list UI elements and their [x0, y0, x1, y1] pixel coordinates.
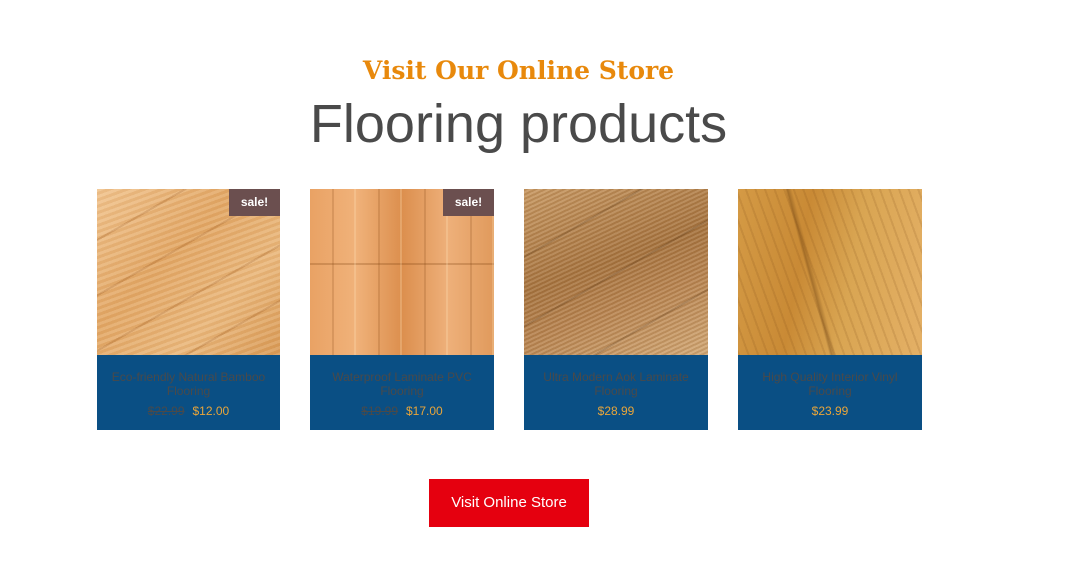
product-card-vinyl-flooring[interactable]: High Quality Interior Vinyl Flooring $23… [738, 189, 922, 430]
product-title[interactable]: High Quality Interior Vinyl Flooring [750, 370, 910, 398]
product-image-aok-laminate-flooring[interactable] [524, 189, 708, 355]
product-title[interactable]: Waterproof Laminate PVC Flooring [322, 370, 482, 398]
product-title[interactable]: Ultra Modern Aok Laminate Flooring [536, 370, 696, 398]
original-price: $19.99 [361, 404, 398, 418]
regular-price: $28.99 [597, 404, 635, 418]
flooring-products-section: Visit Our Online Store Flooring products… [0, 0, 1065, 576]
product-title[interactable]: Eco-friendly Natural Bamboo Flooring [109, 370, 269, 398]
sale-price: $12.00 [192, 404, 230, 418]
product-info: Eco-friendly Natural Bamboo Flooring $22… [97, 355, 280, 430]
product-image-vinyl-flooring[interactable] [738, 189, 922, 355]
product-price: $19.99 $17.00 [310, 404, 494, 418]
product-card-bamboo-flooring[interactable]: sale! Eco-friendly Natural Bamboo Floori… [97, 189, 280, 430]
product-price: $23.99 [738, 404, 922, 418]
product-price: $22.99 $12.00 [97, 404, 280, 418]
section-heading: Flooring products [309, 94, 728, 154]
sale-badge: sale! [443, 189, 494, 216]
product-price: $28.99 [524, 404, 708, 418]
product-card-laminate-pvc-flooring[interactable]: sale! Waterproof Laminate PVC Flooring $… [310, 189, 494, 430]
original-price: $22.99 [147, 404, 185, 418]
product-card-aok-laminate-flooring[interactable]: Ultra Modern Aok Laminate Flooring $28.9… [524, 189, 708, 430]
section-eyebrow: Visit Our Online Store [362, 56, 675, 85]
regular-price: $23.99 [811, 404, 849, 418]
product-info: Waterproof Laminate PVC Flooring $19.99 $… [310, 355, 494, 430]
visit-online-store-button[interactable]: Visit Online Store [429, 479, 589, 527]
product-info: Ultra Modern Aok Laminate Flooring $28.9… [524, 355, 708, 430]
sale-price: $17.00 [406, 404, 443, 418]
product-info: High Quality Interior Vinyl Flooring $23… [738, 355, 922, 430]
sale-badge: sale! [229, 189, 280, 216]
